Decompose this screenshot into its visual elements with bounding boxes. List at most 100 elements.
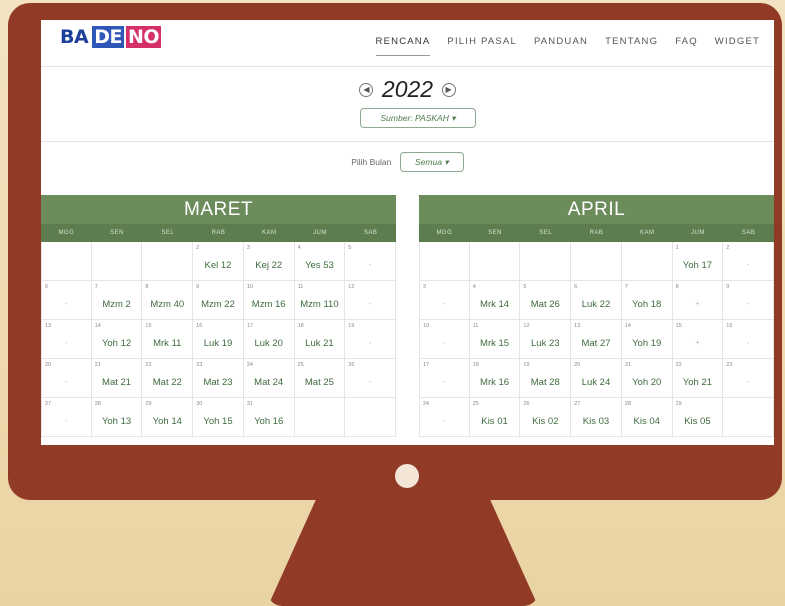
calendar-day-cell[interactable]: 16 Luk 19 <box>193 320 244 359</box>
reading-reference[interactable]: Luk 21 <box>295 338 345 349</box>
calendar-day-cell[interactable]: 9- <box>723 281 774 320</box>
reading-reference[interactable]: Mat 25 <box>295 377 345 388</box>
reading-reference[interactable]: Luk 22 <box>571 299 621 310</box>
reading-reference[interactable]: Yoh 14 <box>142 416 192 427</box>
reading-reference[interactable]: Yoh 19 <box>622 338 672 349</box>
calendar-day-cell[interactable]: 12 - <box>345 281 396 320</box>
calendar-day-cell[interactable]: 28 Kis 04 <box>621 398 673 437</box>
brand-logo[interactable]: BA DE NO <box>58 26 162 48</box>
calendar-day-cell[interactable]: 11 Mzm 110 <box>294 281 346 320</box>
reading-reference[interactable]: Yes 53 <box>295 260 345 271</box>
calendar-day-cell[interactable]: 24 - <box>419 398 470 437</box>
calendar-day-cell[interactable]: 12 Luk 23 <box>520 320 572 359</box>
calendar-day-cell[interactable]: 17 Luk 20 <box>243 320 295 359</box>
calendar-day-cell[interactable]: 3 Kej 22 <box>243 242 295 281</box>
reading-reference[interactable]: Mat 28 <box>520 377 570 388</box>
calendar-day-cell[interactable]: 18 Mrk 16 <box>469 359 521 398</box>
calendar-day-cell[interactable]: 11 Mrk 15 <box>469 320 521 359</box>
calendar-day-cell[interactable]: 19 Mat 28 <box>520 359 572 398</box>
calendar-day-cell[interactable]: 22 Yoh 21 <box>672 359 724 398</box>
calendar-day-cell[interactable]: 19 - <box>345 320 396 359</box>
calendar-day-cell[interactable]: 23 Mat 23 <box>193 359 244 398</box>
calendar-day-cell[interactable]: 20 Luk 24 <box>571 359 622 398</box>
reading-reference[interactable]: Yoh 13 <box>92 416 142 427</box>
calendar-day-cell[interactable]: 10 Mzm 16 <box>243 281 295 320</box>
calendar-day-cell[interactable]: 25 Mat 25 <box>294 359 346 398</box>
calendar-day-cell[interactable]: 27 - <box>41 398 92 437</box>
calendar-day-cell[interactable]: 30 Yoh 15 <box>193 398 244 437</box>
calendar-day-cell[interactable]: 5- <box>345 242 396 281</box>
calendar-day-cell[interactable]: 6- <box>41 281 92 320</box>
reading-reference[interactable]: Mzm 16 <box>244 299 294 310</box>
nav-panduan[interactable]: PANDUAN <box>534 36 588 56</box>
calendar-day-cell[interactable]: 14 Yoh 12 <box>91 320 143 359</box>
calendar-day-cell[interactable]: 25 Kis 01 <box>469 398 521 437</box>
calendar-day-cell[interactable]: 4 Yes 53 <box>294 242 346 281</box>
calendar-day-cell[interactable]: 31 Yoh 16 <box>243 398 295 437</box>
reading-reference[interactable]: Yoh 16 <box>244 416 294 427</box>
month-filter-dropdown[interactable]: Semua ▾ <box>399 152 464 172</box>
reading-reference[interactable]: Mzm 110 <box>295 299 345 310</box>
reading-reference[interactable]: Yoh 20 <box>622 377 672 388</box>
calendar-day-cell[interactable]: 3- <box>419 281 470 320</box>
calendar-day-cell[interactable]: 27 Kis 03 <box>571 398 622 437</box>
reading-reference[interactable]: Luk 20 <box>244 338 294 349</box>
reading-reference[interactable]: Kej 22 <box>244 260 294 271</box>
reading-reference[interactable]: Mzm 22 <box>193 299 243 310</box>
reading-reference[interactable]: Mrk 15 <box>470 338 520 349</box>
calendar-day-cell[interactable]: 28 Yoh 13 <box>91 398 143 437</box>
next-year-icon[interactable]: ▶ <box>441 82 456 97</box>
prev-year-icon[interactable]: ◀ <box>359 82 374 97</box>
calendar-day-cell[interactable]: 13 Mat 27 <box>571 320 622 359</box>
calendar-day-cell[interactable]: 26 - <box>345 359 396 398</box>
calendar-day-cell[interactable]: 1 Yoh 17 <box>672 242 724 281</box>
calendar-day-cell[interactable]: 22 Mat 22 <box>142 359 194 398</box>
calendar-day-cell[interactable]: 15 Mrk 11 <box>142 320 194 359</box>
reading-reference[interactable]: Mat 24 <box>244 377 294 388</box>
calendar-day-cell[interactable]: 8 + <box>672 281 724 320</box>
reading-reference[interactable]: Yoh 17 <box>673 260 723 271</box>
calendar-day-cell[interactable]: 8 Mzm 40 <box>142 281 194 320</box>
reading-reference[interactable]: Kis 03 <box>571 416 621 427</box>
calendar-day-cell[interactable]: 7 Mzm 2 <box>91 281 143 320</box>
calendar-day-cell[interactable]: 23 - <box>723 359 774 398</box>
reading-reference[interactable]: Mat 27 <box>571 338 621 349</box>
reading-reference[interactable]: Luk 19 <box>193 338 243 349</box>
calendar-day-cell[interactable]: 13 - <box>41 320 92 359</box>
reading-reference[interactable]: Kis 01 <box>470 416 520 427</box>
reading-reference[interactable]: Mzm 2 <box>92 299 142 310</box>
source-dropdown[interactable]: Sumber: PASKAH ▾ <box>360 108 476 128</box>
calendar-day-cell[interactable]: 29 Yoh 14 <box>142 398 194 437</box>
reading-reference[interactable]: Yoh 21 <box>673 377 723 388</box>
calendar-day-cell[interactable]: 26 Kis 02 <box>520 398 572 437</box>
calendar-day-cell[interactable]: 14 Yoh 19 <box>621 320 673 359</box>
calendar-day-cell[interactable]: 16 - <box>723 320 774 359</box>
reading-reference[interactable]: Luk 23 <box>520 338 570 349</box>
calendar-day-cell[interactable]: 21 Mat 21 <box>91 359 143 398</box>
calendar-day-cell[interactable]: 5 Mat 26 <box>520 281 572 320</box>
reading-reference[interactable]: Kel 12 <box>193 260 243 271</box>
calendar-day-cell[interactable]: 21 Yoh 20 <box>621 359 673 398</box>
reading-reference[interactable]: Mzm 40 <box>142 299 192 310</box>
reading-reference[interactable]: Mat 21 <box>92 377 142 388</box>
nav-faq[interactable]: FAQ <box>675 36 698 56</box>
calendar-day-cell[interactable]: 6 Luk 22 <box>571 281 622 320</box>
reading-reference[interactable]: Kis 02 <box>520 416 570 427</box>
nav-pilih-pasal[interactable]: PILIH PASAL <box>447 36 517 56</box>
calendar-day-cell[interactable]: 9 Mzm 22 <box>193 281 244 320</box>
reading-reference[interactable]: Mrk 11 <box>142 338 192 349</box>
nav-tentang[interactable]: TENTANG <box>605 36 658 56</box>
reading-reference[interactable]: Luk 24 <box>571 377 621 388</box>
nav-rencana[interactable]: RENCANA <box>375 36 431 56</box>
calendar-day-cell[interactable]: 17 - <box>419 359 470 398</box>
reading-reference[interactable]: Mrk 16 <box>470 377 520 388</box>
calendar-day-cell[interactable]: 29 Kis 05 <box>672 398 724 437</box>
reading-reference[interactable]: + <box>673 338 723 347</box>
reading-reference[interactable]: Mat 23 <box>193 377 243 388</box>
reading-reference[interactable]: Yoh 12 <box>92 338 142 349</box>
reading-reference[interactable]: Yoh 18 <box>622 299 672 310</box>
reading-reference[interactable]: + <box>673 299 723 308</box>
reading-reference[interactable]: Kis 04 <box>622 416 672 427</box>
calendar-day-cell[interactable]: 15 + <box>672 320 724 359</box>
calendar-day-cell[interactable]: 7 Yoh 18 <box>621 281 673 320</box>
